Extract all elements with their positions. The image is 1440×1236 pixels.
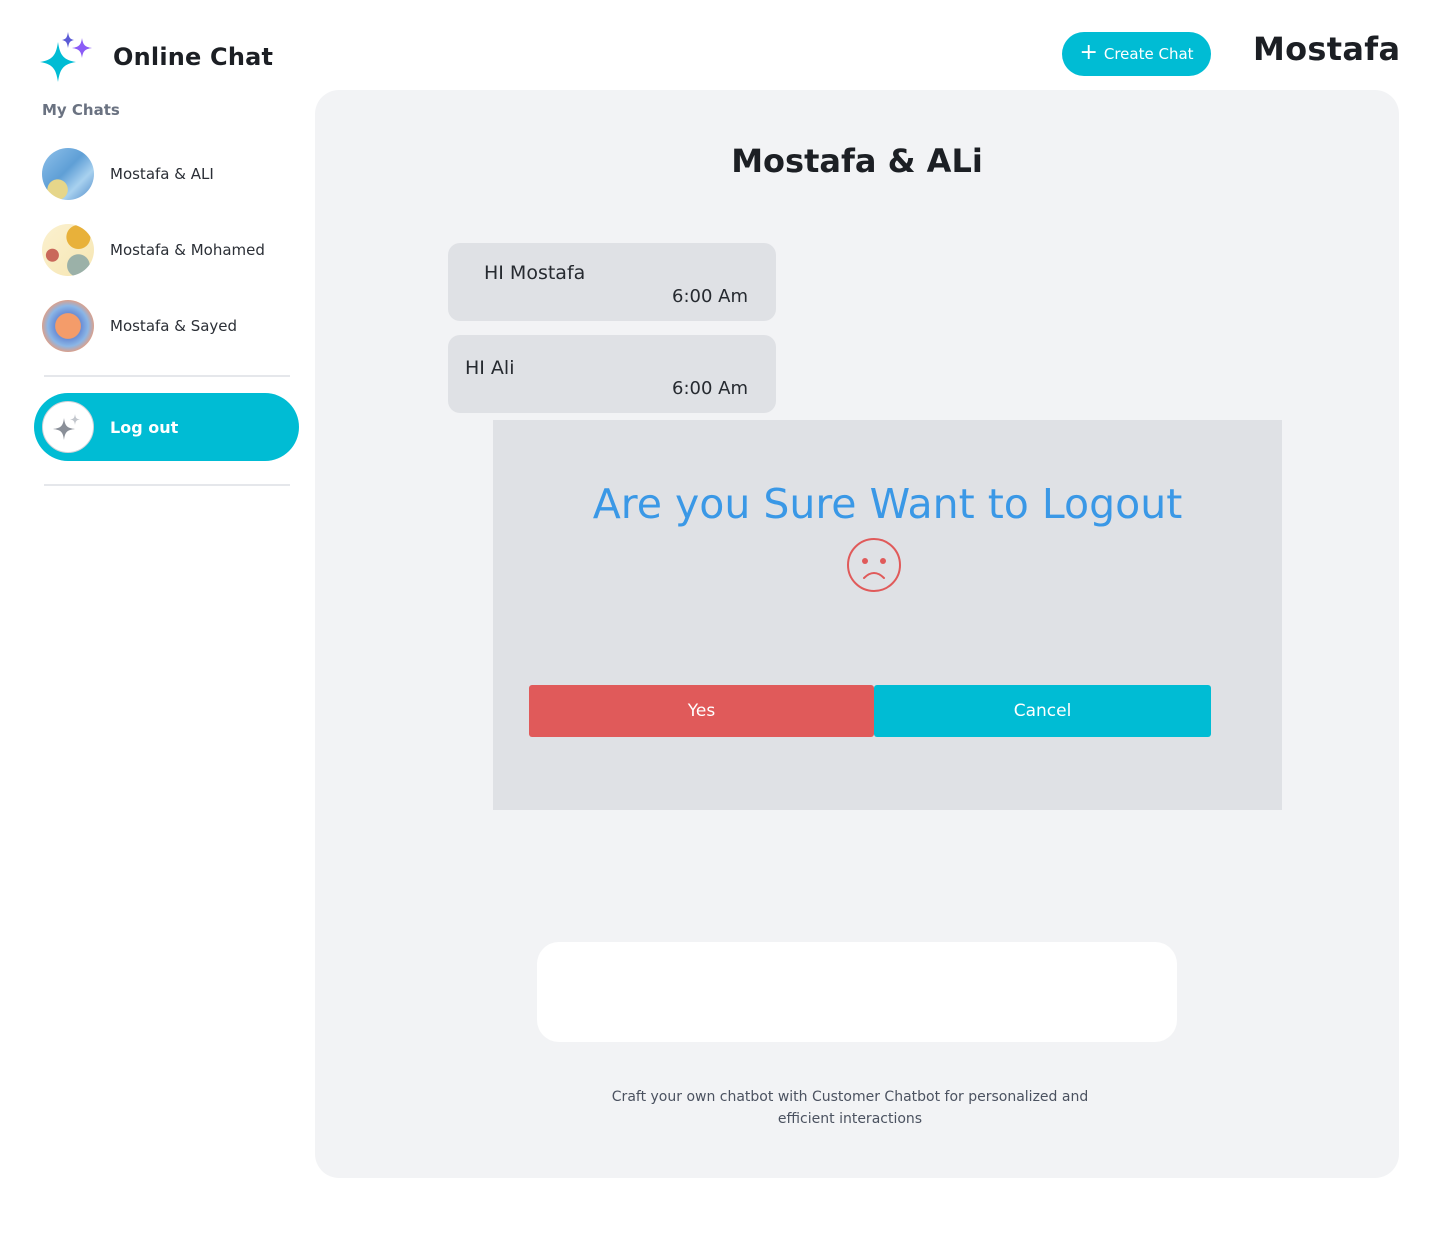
sparkles-icon — [42, 401, 94, 453]
yes-button[interactable]: Yes — [529, 685, 874, 737]
message-input[interactable] — [537, 942, 1177, 1042]
message-text: HI Mostafa — [484, 262, 586, 284]
chat-label: Mostafa & ALI — [110, 165, 214, 183]
chat-label: Mostafa & Mohamed — [110, 241, 265, 259]
message-time: 6:00 Am — [672, 378, 748, 399]
sidebar-chat-mostafa-ali[interactable]: Mostafa & ALI — [42, 147, 214, 201]
message-bubble: HI Ali 6:00 Am — [448, 335, 776, 413]
sidebar-chat-mostafa-sayed[interactable]: Mostafa & Sayed — [42, 299, 237, 353]
logout-dialog: Are you Sure Want to Logout Yes Cancel — [493, 420, 1282, 810]
plus-icon: + — [1079, 40, 1098, 65]
create-chat-button[interactable]: + Create Chat — [1062, 32, 1211, 76]
divider — [44, 375, 290, 377]
message-text: HI Ali — [465, 357, 515, 379]
avatar — [42, 300, 94, 352]
message-bubble: HI Mostafa 6:00 Am — [448, 243, 776, 321]
create-chat-label: Create Chat — [1103, 45, 1194, 63]
sparkles-icon — [40, 32, 94, 82]
sidebar-chat-mostafa-mohamed[interactable]: Mostafa & Mohamed — [42, 223, 265, 277]
brand: Online Chat — [40, 32, 273, 82]
sad-face-icon — [846, 537, 902, 593]
logout-label: Log out — [110, 417, 179, 437]
avatar — [42, 224, 94, 276]
divider — [44, 484, 290, 486]
message-time: 6:00 Am — [672, 286, 748, 307]
chat-title: Mostafa & ALi — [731, 142, 983, 180]
user-name: Mostafa — [1253, 30, 1401, 68]
dialog-title: Are you Sure Want to Logout — [592, 480, 1183, 528]
app-title: Online Chat — [113, 43, 274, 71]
cancel-button[interactable]: Cancel — [874, 685, 1211, 737]
my-chats-label: My Chats — [42, 101, 120, 119]
logout-button[interactable]: Log out — [34, 393, 299, 461]
chat-label: Mostafa & Sayed — [110, 317, 238, 335]
footer-note: Craft your own chatbot with Customer Cha… — [611, 1089, 1089, 1127]
avatar — [42, 148, 94, 200]
